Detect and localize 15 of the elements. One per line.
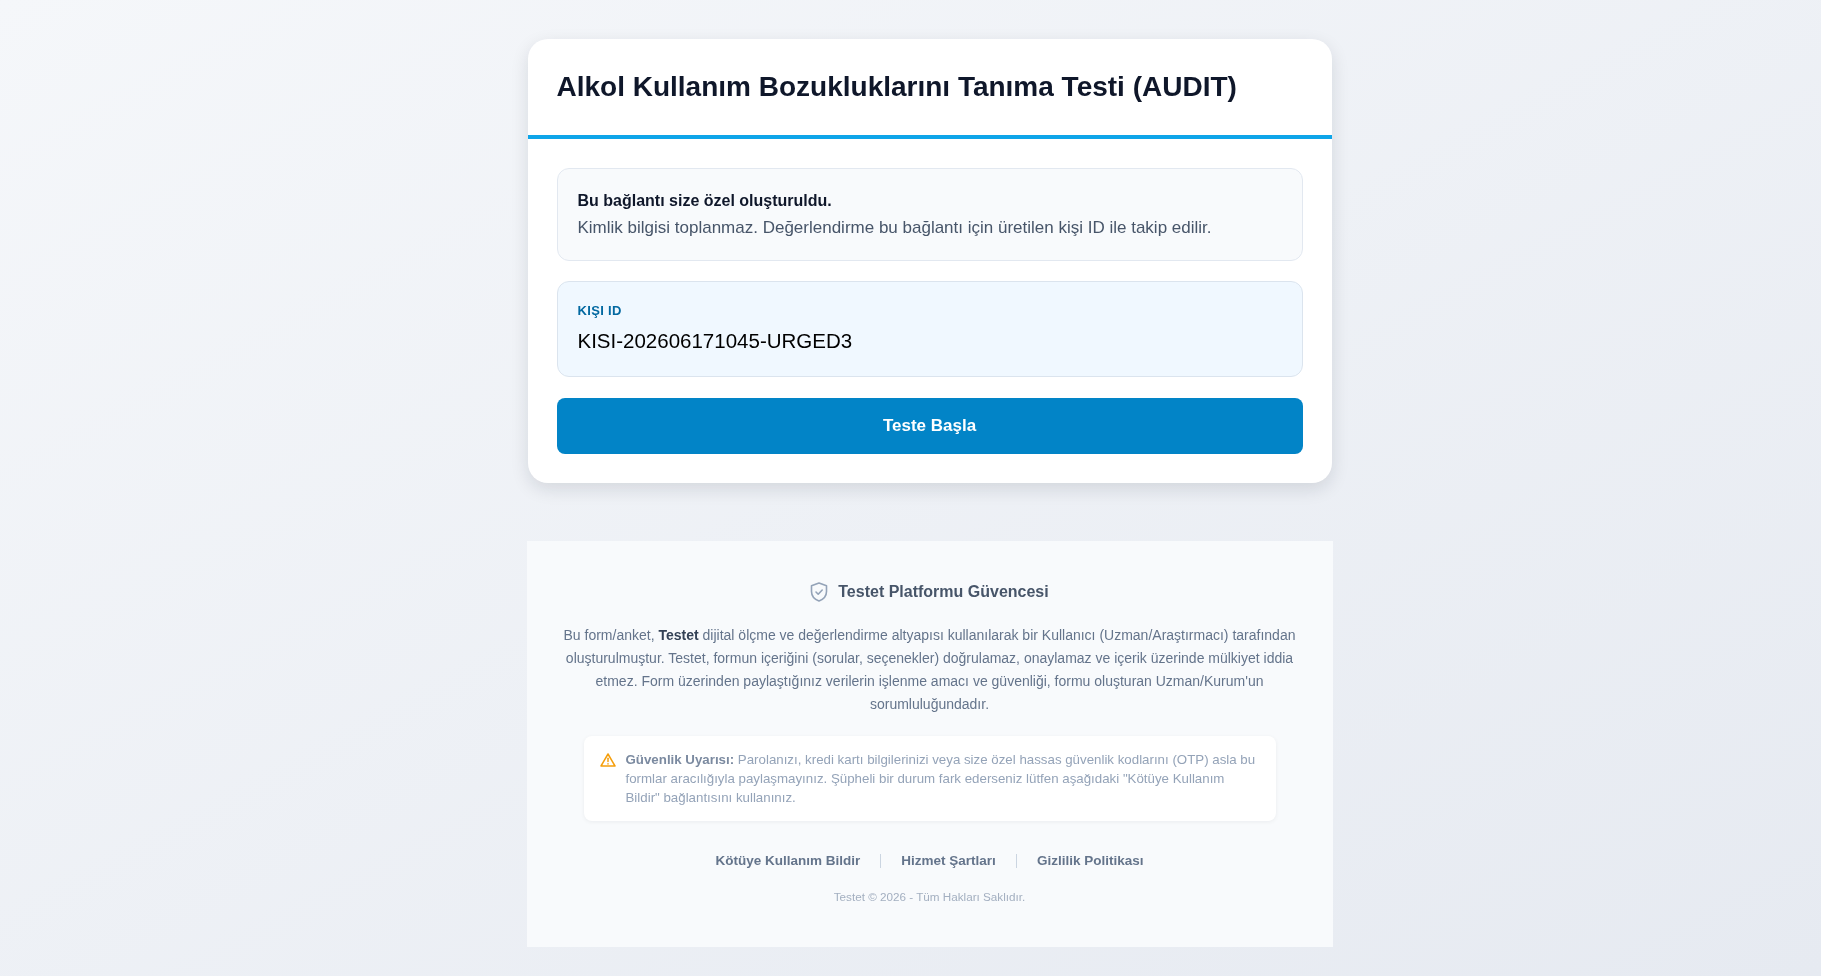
footer-heading: Testet Platformu Güvencesi <box>838 582 1049 602</box>
footer-link[interactable]: Kötüye Kullanım Bildir <box>715 851 861 871</box>
footer-link[interactable]: Gizlilik Politikası <box>1036 851 1144 871</box>
notice-heading: Bu bağlantı size özel oluşturuldu. <box>577 191 833 211</box>
warning-icon <box>599 753 616 767</box>
id-value: KISI-202606171045-URGED3 <box>577 328 854 354</box>
footer-paragraph: Bu form/anket, Testet dijital ölçme ve değerlendirme altyapısı kullanılarak bir Kullanıcı (Uzman/Araştırmacı) tarafından oluşturulmuştur. Testet, formun içeriğini (sorular, seçenekler) doğrulamaz, onaylamaz ve içerik üzerinde mülkiyet iddia etmez. Form üzerinden paylaştığınız verilerin işlenme amacı ve güvenliği, formu oluşturan Uzman/Kurum'un sorumluluğundadır. <box>562 626 1297 714</box>
start-button[interactable]: Teste Başla <box>556 398 1303 454</box>
warning-text: Güvenlik Uyarısı: Parolanızı, kredi kartı bilgilerinizi veya size özel hassas güvenlik kodlarını (OTP) asla bu formlar aracılığıyla paylaşmayınız. Şüpheli bir durum fark ederseniz lütfen aşağıdaki "Kötüye Kullanım Bildir" bağlantısını kullanınız. <box>625 751 1257 807</box>
footer-link[interactable]: Hizmet Şartları <box>901 851 996 871</box>
id-label: KIŞI ID <box>577 302 623 320</box>
shield-check-icon <box>810 582 829 602</box>
copyright-text: Testet © 2026 - Tüm Hakları Saklıdır. <box>833 889 1026 905</box>
test-title: Alkol Kullanım Bozukluklarını Tanıma Testi (AUDIT) <box>556 70 1238 104</box>
notice-text: Kimlik bilgisi toplanmaz. Değerlendirme bu bağlantı için üretilen kişi ID ile takip edilir. <box>577 217 1213 239</box>
